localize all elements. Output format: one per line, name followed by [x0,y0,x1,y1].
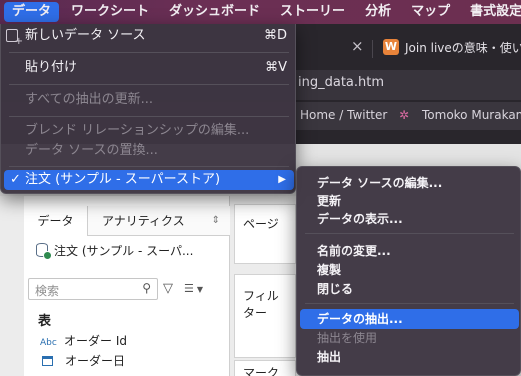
menu-separator [305,303,514,304]
menu-item-refresh-all-extracts: すべての抽出の更新... [25,92,153,107]
tab-data[interactable]: データ [24,206,88,236]
browser-tab-title[interactable]: Join liveの意味・使い [405,39,521,56]
menu-item-replace-datasource: データ ソースの置換... [25,143,158,158]
pages-shelf[interactable]: ページ [234,204,296,264]
menu-data[interactable]: データ [4,2,60,22]
datasource-submenu: データ ソースの編集... 更新 データの表示... 名前の変更... 複製 閉… [296,166,521,376]
field-order-date[interactable]: オーダー日 [40,352,125,369]
menu-bar: データ ワークシート ダッシュボード ストーリー 分析 マップ 書式設定 [0,0,521,24]
submenu-extract[interactable]: 抽出 [297,347,521,367]
submenu-close[interactable]: 閉じる [297,279,521,299]
menu-separator [9,84,289,85]
string-type-icon: Abc [40,338,57,348]
menu-item-label: 新しいデータ ソース [25,28,146,43]
database-icon [36,243,52,260]
menu-item-label: 注文 (サンプル - スーパーストア) [25,172,221,187]
menu-dashboard[interactable]: ダッシュボード [159,0,270,24]
bookmark-tomoko[interactable]: Tomoko Murakam [422,108,521,122]
field-order-id[interactable]: Abc オーダー Id [40,332,127,349]
list-view-icon[interactable]: ☰ ▼ [184,282,203,295]
submenu-edit-datasource[interactable]: データ ソースの編集... [297,173,521,193]
tab-analytics-label: アナリティクス [102,214,185,228]
url-text[interactable]: ing_data.htm [298,75,384,90]
menu-worksheet[interactable]: ワークシート [61,0,159,24]
menu-separator [9,166,289,167]
submenu-view-data[interactable]: データの表示... [297,209,521,229]
table-heading: 表 [38,314,52,329]
new-datasource-icon [6,29,23,47]
submenu-arrow-icon: ▶ [278,174,286,185]
field-label: オーダー日 [65,354,126,368]
pages-shelf-label: ページ [243,217,279,231]
menu-item-label: 貼り付け [25,60,78,75]
menu-item-edit-blend: ブレンド リレーションシップの編集... [25,123,250,138]
datasource-label: 注文 (サンプル - スーパ... [54,244,194,258]
field-label: オーダー Id [64,334,127,348]
sort-arrows-icon[interactable]: ⇕ [212,206,220,236]
calendar-icon [42,356,53,366]
menu-separator [9,52,289,53]
menu-analysis[interactable]: 分析 [355,0,401,24]
close-icon[interactable]: × [351,37,364,55]
filters-shelf[interactable]: フィルター [234,274,296,358]
submenu-refresh[interactable]: 更新 [297,191,521,211]
checkmark-icon: ✓ [10,172,21,187]
submenu-use-extract: 抽出を使用 [317,331,378,345]
shortcut-label: ⌘V [265,60,287,75]
menu-separator [305,233,514,234]
submenu-duplicate[interactable]: 複製 [297,260,521,280]
menu-story[interactable]: ストーリー [270,0,355,24]
submenu-rename[interactable]: 名前の変更... [297,241,521,261]
menu-item-new-datasource[interactable]: 新しいデータ ソース ⌘D [1,26,297,47]
bookmark-favicon-icon: ✲ [399,108,410,122]
datasource-item[interactable]: 注文 (サンプル - スーパ... [36,242,194,260]
menu-separator [9,116,289,117]
search-icon: ⚲ [142,281,151,295]
menu-map[interactable]: マップ [401,0,460,24]
weblio-favicon-icon: W [383,39,399,55]
bookmark-twitter[interactable]: Home / Twitter [300,108,387,122]
data-menu-dropdown: 新しいデータ ソース ⌘D 貼り付け ⌘V すべての抽出の更新... ブレンド … [0,24,296,194]
search-placeholder: 検索 [35,284,60,298]
menu-item-current-datasource[interactable]: ✓ 注文 (サンプル - スーパーストア) ▶ [4,170,294,190]
menu-format[interactable]: 書式設定 [460,0,521,24]
tab-divider [372,40,373,58]
filters-shelf-label: フィルター [243,289,279,320]
submenu-extract-data[interactable]: データの抽出... [300,309,519,329]
tab-analytics[interactable]: アナリティクス ⇕ [90,206,228,236]
marks-card-label: マーク [243,366,280,376]
search-input[interactable]: 検索 ⚲ [28,278,158,300]
shortcut-label: ⌘D [263,28,287,43]
filter-icon[interactable]: ▽ [163,281,173,296]
marks-card[interactable]: マーク [234,360,296,376]
menu-item-paste[interactable]: 貼り付け ⌘V [1,58,297,78]
